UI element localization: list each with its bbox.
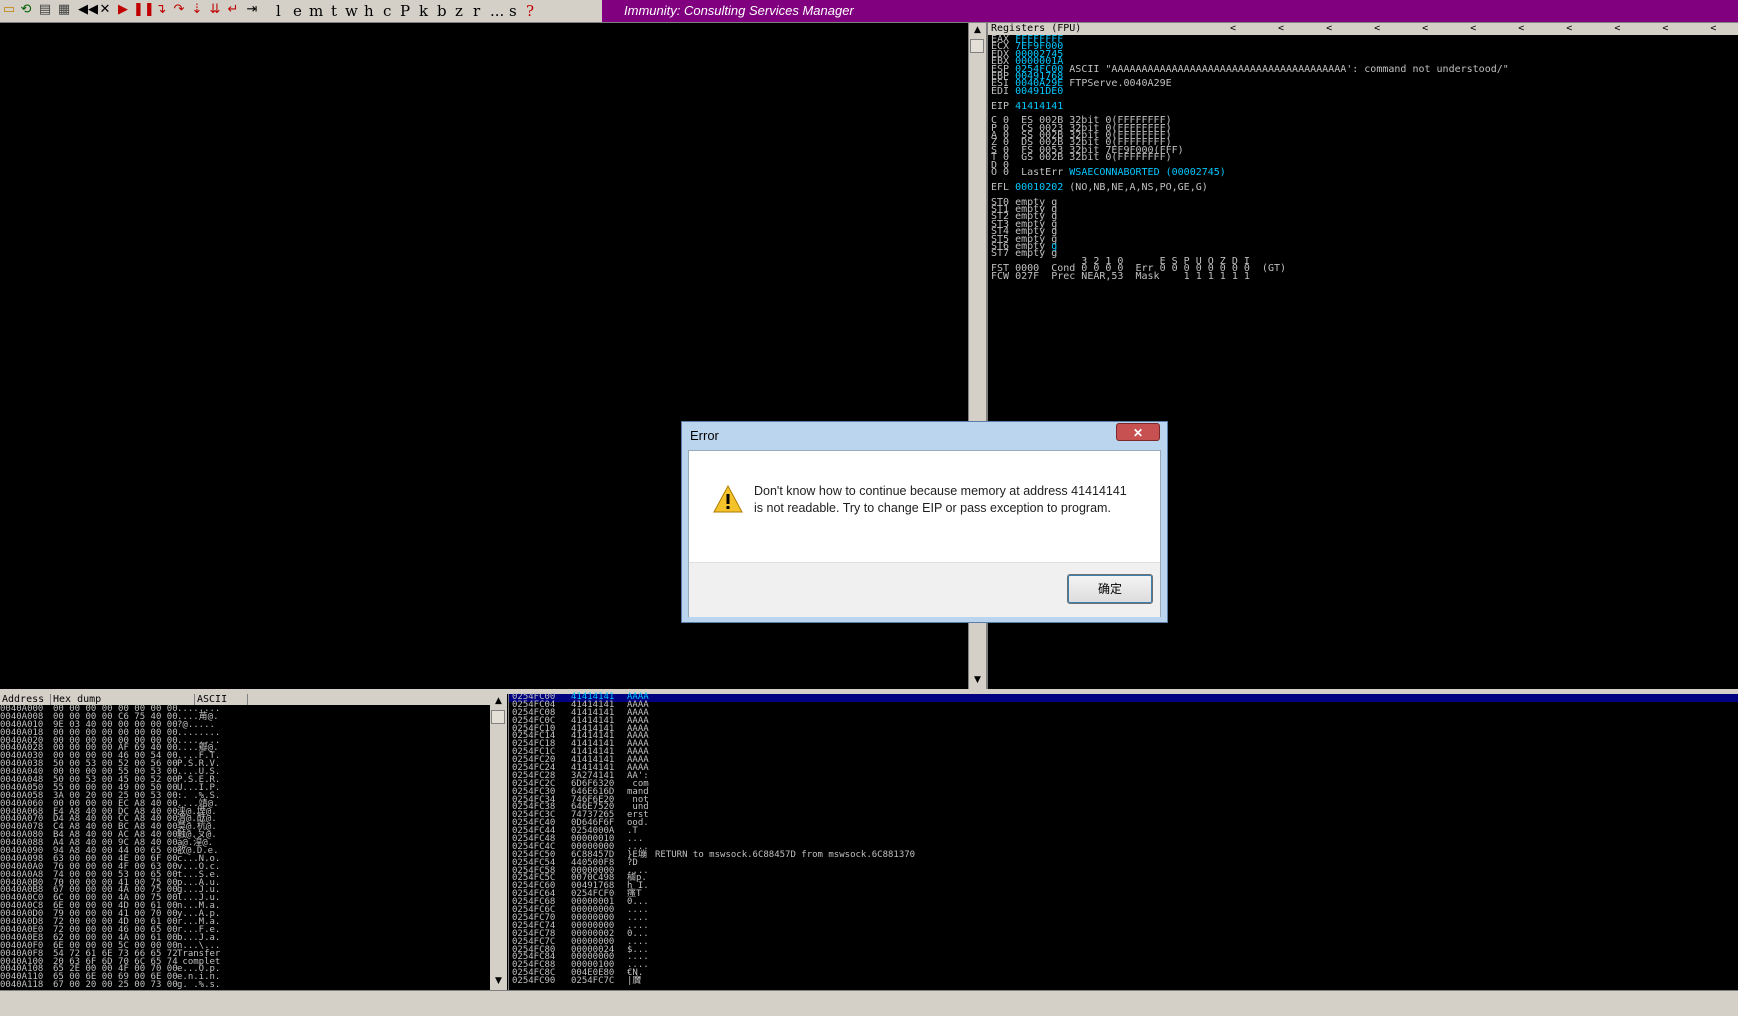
register-label: EDI [991, 85, 1016, 97]
scroll-up-icon[interactable]: ▲ [492, 695, 505, 708]
dialog-message: Don't know how to continue because memor… [754, 484, 1127, 515]
attach-icon[interactable]: ▦ [56, 2, 72, 18]
threads-button[interactable]: t [331, 1, 337, 21]
stack-pane[interactable]: 0254FC00 41414141 AAAA 0254FC04 41414141 AAAA… [508, 693, 1738, 990]
close-button[interactable]: ✕ [1116, 423, 1160, 441]
register-label: O 0 LastErr [991, 167, 1070, 179]
register-line[interactable]: O 0 LastErr WSAECONNABORTED (00002745) [991, 167, 1509, 179]
cpu-button[interactable]: c [383, 1, 391, 21]
register-value: 41414141 [1015, 100, 1064, 112]
log-window-button[interactable]: l [276, 1, 281, 21]
register-comment: (NO,NB,NE,A,NS,PO,GE,G) [1063, 181, 1208, 193]
windows-button[interactable]: w [345, 1, 358, 21]
handles-button[interactable]: h [364, 1, 374, 21]
register-line[interactable]: EFL 00010202 (NO,NB,NE,A,NS,PO,GE,G) [991, 181, 1509, 193]
register-line[interactable]: ESI 0040A29E FTPServe.0040A29E [991, 78, 1509, 90]
register-label: FCW 027F Prec NEAR,53 Mask 1 1 1 1 1 1 [991, 270, 1250, 282]
scroll-up-icon[interactable]: ▲ [971, 24, 984, 37]
trace-into-icon[interactable]: ⇣ [189, 2, 205, 18]
scroll-thumb[interactable] [491, 710, 505, 724]
references-button[interactable]: r [473, 1, 480, 21]
register-line[interactable]: EIP 41414141 [991, 100, 1509, 112]
dialog-content: Don't know how to continue because memor… [688, 450, 1161, 617]
go-to-icon[interactable]: ⇥ [244, 2, 260, 18]
breakpoints-button[interactable]: b [437, 1, 447, 21]
rewind-icon[interactable]: ◀◀ [78, 2, 98, 18]
scroll-down-icon[interactable]: ▼ [492, 975, 505, 988]
register-value: WSAECONNABORTED (00002745) [1069, 167, 1226, 179]
register-line[interactable]: ST0 empty g [991, 197, 1509, 207]
register-line[interactable]: EDX 00002745 [991, 49, 1509, 59]
scroll-down-icon[interactable]: ▼ [971, 674, 984, 687]
close-program-icon[interactable]: ✕ [97, 2, 113, 18]
step-over-icon[interactable]: ↷ [171, 2, 187, 18]
register-line[interactable] [991, 95, 1509, 102]
dump-address: 0040A118 [0, 980, 44, 991]
register-line[interactable]: ESP 0254FC00 ASCII "AAAAAAAAAAAAAAAAAAAA… [991, 63, 1509, 75]
register-line[interactable]: ST6 empty g [991, 241, 1509, 251]
dump-scrollbar[interactable]: ▲ ▼ [490, 694, 507, 990]
register-label: T 0 GS 002B 32bit 0(FFFFFFFF) [991, 152, 1172, 164]
stack-ascii: |黂 [627, 976, 642, 987]
executable-modules-button[interactable]: e [293, 1, 302, 21]
stack-comment: RETURN to mswsock.6C88457D from mswsock.… [655, 849, 916, 860]
pause-icon[interactable]: ❚❚ [133, 2, 155, 18]
status-bar [0, 990, 1738, 1016]
register-line[interactable]: ST5 empty g [991, 234, 1509, 244]
window-title: Immunity: Consulting Services Manager [624, 3, 854, 18]
title-bar: Immunity: Consulting Services Manager [602, 0, 1738, 22]
stack-selection-bar [509, 694, 1738, 702]
warning-icon [713, 485, 743, 513]
dump-ascii: g. .%.s. [177, 980, 221, 991]
register-line[interactable]: ST4 empty g [991, 227, 1509, 237]
stack-value: 0254FC7C [571, 976, 615, 987]
debugger-toolbar: ▭ ⟲ ▤ ▦ ◀◀ ✕ ▶ ❚❚ ↴ ↷ ⇣ ⇊ ↵ ⇥ l e m t w … [0, 0, 1738, 23]
register-line[interactable]: T 0 GS 002B 32bit 0(FFFFFFFF) [991, 152, 1509, 164]
register-comment: ASCII "AAAAAAAAAAAAAAAAAAAAAAAAAAAAAAAAA… [1063, 63, 1509, 75]
source-button[interactable]: s [509, 1, 517, 21]
patches-button[interactable]: P [400, 1, 410, 21]
trace-over-icon[interactable]: ⇊ [207, 2, 223, 18]
dialog-title: Error [690, 428, 719, 443]
dump-hex: 67 00 20 00 25 00 73 00 [53, 980, 178, 991]
step-into-icon[interactable]: ↴ [153, 2, 169, 18]
ok-button[interactable]: 确定 [1067, 574, 1153, 604]
error-dialog: Error ✕ Don't know how to continue becau… [681, 421, 1168, 623]
scroll-thumb[interactable] [970, 39, 984, 53]
registers-header: Registers (FPU) < < < < < < < < < < < < … [988, 23, 1738, 46]
run-trace-button[interactable]: ... [490, 1, 504, 21]
dialog-button-bar: 确定 [689, 562, 1160, 617]
registers-list: EAX FFFFFFFF ECX 7EF9F000 EDX 00002745 EBX … [991, 35, 1509, 282]
stack-address: 0254FC90 [512, 976, 556, 987]
register-line[interactable]: ECX 7EF9F000 [991, 42, 1509, 52]
z-button[interactable]: z [455, 1, 463, 21]
register-line[interactable]: ST2 empty g [991, 212, 1509, 222]
register-comment: FTPServe.0040A29E [1063, 78, 1172, 90]
open-file-icon[interactable]: ▭ [1, 2, 17, 18]
close-window-icon[interactable]: ▤ [37, 2, 53, 18]
help-button[interactable]: ? [526, 1, 534, 21]
register-line[interactable]: ST1 empty g [991, 204, 1509, 214]
hex-dump-pane[interactable]: Address Hex dump ASCII 0040A000 00 00 00 … [0, 694, 490, 990]
register-value: 00010202 [1015, 181, 1064, 193]
execute-till-return-icon[interactable]: ↵ [225, 2, 241, 18]
call-stack-button[interactable]: k [419, 1, 428, 21]
register-line[interactable]: ST3 empty g [991, 219, 1509, 229]
restart-icon[interactable]: ⟲ [18, 2, 34, 18]
register-label: EFL [991, 181, 1016, 193]
register-line[interactable]: EAX FFFFFFFF [991, 35, 1509, 45]
run-icon[interactable]: ▶ [115, 2, 131, 18]
memory-map-button[interactable]: m [309, 1, 323, 21]
register-value: 00491DE0 [1015, 85, 1064, 97]
register-label: EIP [991, 100, 1016, 112]
